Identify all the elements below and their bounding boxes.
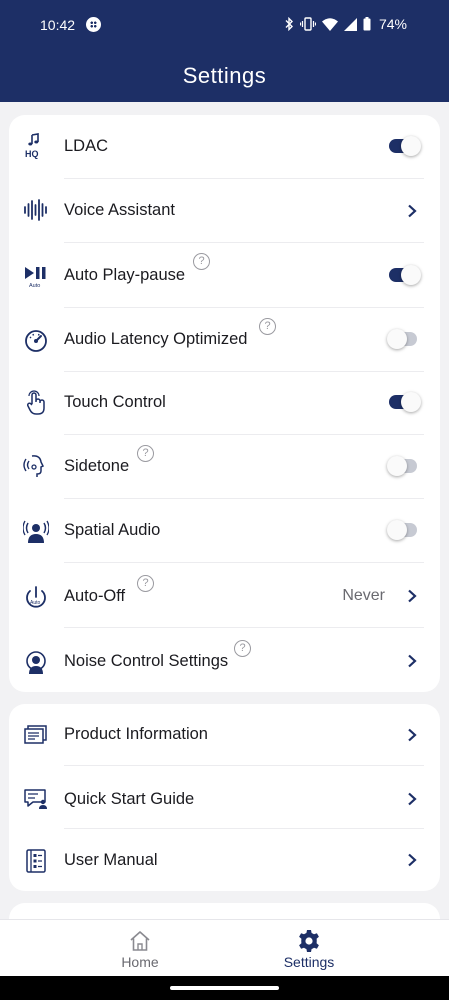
- setting-label: LDAC: [64, 137, 109, 155]
- setting-row-auto-play-pause: Auto Auto Play-pause: [9, 243, 440, 308]
- setting-label: Touch Control: [64, 393, 166, 411]
- cell-signal-icon: [343, 17, 357, 31]
- setting-label: Auto-Off: [64, 587, 126, 605]
- setting-row-auto-off[interactable]: Auto Auto-Off Never: [9, 563, 440, 628]
- info-label: User Manual: [64, 851, 158, 869]
- auto-off-help-icon[interactable]: ?: [137, 575, 154, 592]
- setting-label: Auto Play-pause: [64, 266, 186, 284]
- notification-dot-icon: [86, 17, 101, 32]
- gear-icon: [299, 930, 319, 952]
- noise-control-icon: [26, 651, 46, 674]
- wifi-icon: [321, 17, 338, 31]
- setting-row-noise-control[interactable]: Noise Control Settings: [9, 628, 440, 692]
- info-row-quick-start-guide[interactable]: Quick Start Guide: [9, 766, 440, 829]
- svg-text:Auto: Auto: [29, 283, 40, 289]
- auto-off-value: Never: [342, 587, 385, 604]
- info-label: Product Information: [64, 725, 208, 743]
- user-manual-icon: [26, 849, 46, 873]
- setting-row-touch-control: Touch Control: [9, 372, 440, 435]
- nav-tab-settings[interactable]: Settings: [197, 920, 421, 977]
- nav-label-settings: Settings: [283, 954, 335, 970]
- ldac-hq-icon: HQ: [25, 133, 39, 159]
- chevron-right-icon: [408, 589, 417, 603]
- page-title: Settings: [182, 63, 267, 88]
- setting-label: Spatial Audio: [64, 521, 161, 539]
- chevron-right-icon: [408, 792, 417, 806]
- auto-play-pause-toggle[interactable]: [387, 264, 421, 286]
- spatial-audio-icon: [23, 520, 49, 543]
- chevron-right-icon: [408, 654, 417, 668]
- audio-latency-help-icon[interactable]: ?: [259, 318, 276, 335]
- gesture-handle[interactable]: [170, 986, 279, 990]
- info-card: Product Information Quick Start Guide Us…: [9, 704, 440, 891]
- status-icons: 74%: [284, 16, 407, 32]
- svg-text:HQ: HQ: [25, 149, 39, 159]
- audio-latency-toggle[interactable]: [387, 328, 421, 350]
- setting-row-spatial-audio: Spatial Audio: [9, 499, 440, 563]
- touch-control-toggle[interactable]: [387, 391, 421, 413]
- bluetooth-icon: [285, 17, 293, 31]
- setting-row-audio-latency: Audio Latency Optimized: [9, 308, 440, 372]
- product-info-icon: [24, 725, 47, 744]
- device-settings-card: HQ LDAC Voice Assistant Auto Auto Play-p…: [9, 115, 440, 692]
- ldac-toggle[interactable]: [387, 135, 421, 157]
- auto-play-pause-icon: Auto: [25, 267, 46, 289]
- status-time: 10:42: [40, 17, 76, 33]
- touch-finger-icon: [26, 390, 45, 415]
- setting-label: Audio Latency Optimized: [64, 330, 248, 348]
- gesture-nav-area: [0, 976, 449, 1000]
- svg-text:Auto: Auto: [30, 600, 41, 606]
- noise-control-help-icon[interactable]: ?: [234, 640, 251, 657]
- chevron-right-icon: [408, 728, 417, 742]
- setting-row-voice-assistant[interactable]: Voice Assistant: [9, 179, 440, 243]
- battery-percentage: 74%: [378, 16, 407, 32]
- chevron-right-icon: [408, 204, 417, 218]
- vibrate-icon: [299, 17, 316, 31]
- home-icon: [130, 931, 150, 951]
- sidetone-toggle[interactable]: [387, 455, 421, 477]
- latency-gauge-icon: [25, 330, 47, 352]
- voice-waveform-icon: [24, 199, 47, 221]
- chevron-right-icon: [408, 853, 417, 867]
- setting-label: Sidetone: [64, 457, 130, 475]
- info-row-product-information[interactable]: Product Information: [9, 704, 440, 766]
- setting-label: Noise Control Settings: [64, 652, 229, 670]
- spatial-audio-toggle[interactable]: [387, 519, 421, 541]
- status-bar: 10:42 74%: [0, 0, 449, 50]
- quick-start-guide-icon: [24, 789, 47, 809]
- app-header: 10:42 74% Settings: [0, 0, 449, 102]
- sidetone-help-icon[interactable]: ?: [137, 445, 154, 462]
- info-label: Quick Start Guide: [64, 790, 195, 808]
- bottom-nav: Home Settings: [0, 919, 449, 976]
- setting-label: Voice Assistant: [64, 201, 175, 219]
- info-row-user-manual[interactable]: User Manual: [9, 829, 440, 891]
- auto-off-power-icon: Auto: [26, 586, 46, 608]
- setting-row-ldac: HQ LDAC: [9, 115, 440, 179]
- battery-icon: [363, 17, 371, 31]
- setting-row-sidetone: Sidetone: [9, 435, 440, 499]
- sidetone-face-icon: [23, 455, 45, 477]
- auto-play-pause-help-icon[interactable]: ?: [193, 253, 210, 270]
